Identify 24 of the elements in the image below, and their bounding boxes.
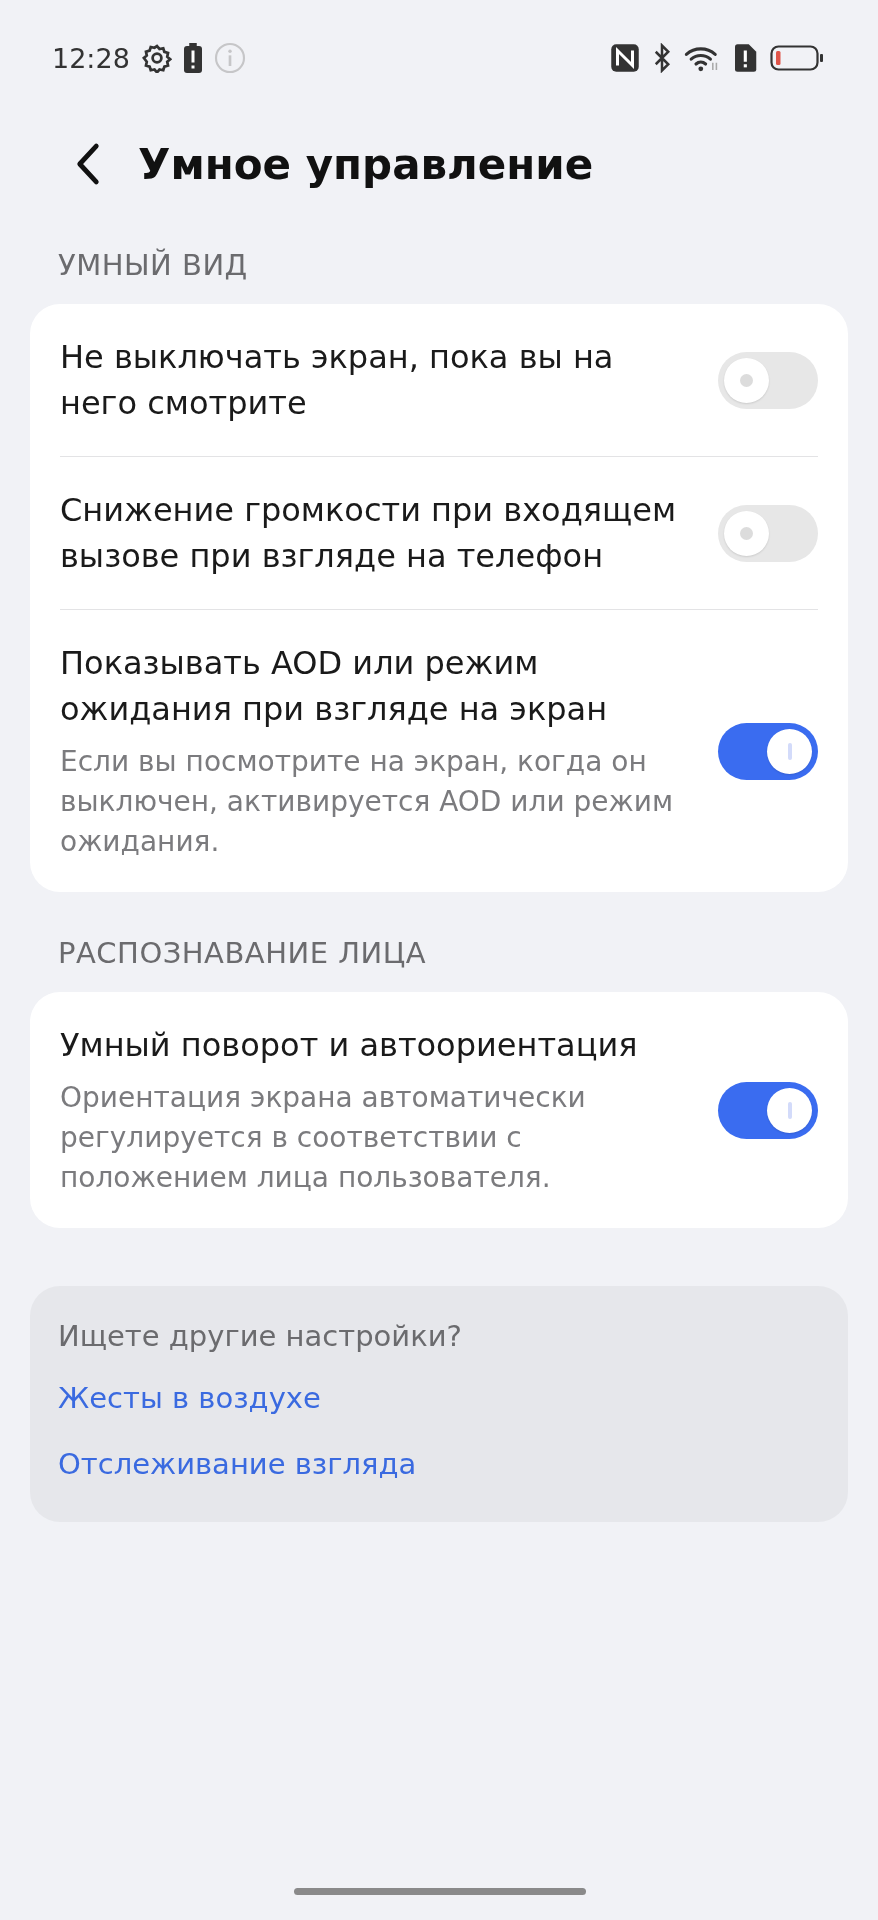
toggle-switch[interactable] bbox=[718, 351, 818, 409]
clock: 12:28 bbox=[52, 42, 130, 74]
toggle-switch[interactable] bbox=[718, 722, 818, 780]
toggle-switch[interactable] bbox=[718, 504, 818, 562]
battery-low-icon bbox=[770, 44, 824, 72]
settings-link[interactable]: Жесты в воздухе bbox=[58, 1374, 321, 1422]
info-icon bbox=[213, 42, 246, 74]
nfc-icon bbox=[610, 43, 640, 73]
section-header: УМНЫЙ ВИД bbox=[57, 247, 249, 284]
setting-title: Не выключать экран, пока вы на него смотрите bbox=[60, 337, 615, 424]
sim-alert-icon bbox=[732, 43, 758, 73]
page-title: Умное управление bbox=[138, 139, 594, 189]
section-header: РАСПОЗНАВАНИЕ ЛИЦА bbox=[57, 935, 428, 972]
bluetooth-icon bbox=[652, 43, 672, 73]
setting-description: Ориентация экрана автоматически регулируется в соответствии с положением лица пользователя. bbox=[60, 1080, 587, 1196]
setting-title: Показывать AOD или режим ожидания при взгляде на экран bbox=[60, 643, 609, 730]
setting-title: Умный поворот и автоориентация bbox=[60, 1025, 639, 1066]
settings-icon bbox=[141, 43, 172, 73]
toggle-switch[interactable] bbox=[718, 1081, 818, 1139]
setting-title: Снижение громкости при входящем вызове при взгляде на телефон bbox=[60, 490, 678, 577]
setting-description: Если вы посмотрите на экран, когда он выключен, активируется AOD или режим ожидания. bbox=[60, 744, 675, 860]
settings-link[interactable]: Отслеживание взгляда bbox=[58, 1440, 417, 1488]
suggestions-prompt: Ищете другие настройки? bbox=[58, 1318, 462, 1355]
battery-alert-icon bbox=[183, 43, 202, 73]
